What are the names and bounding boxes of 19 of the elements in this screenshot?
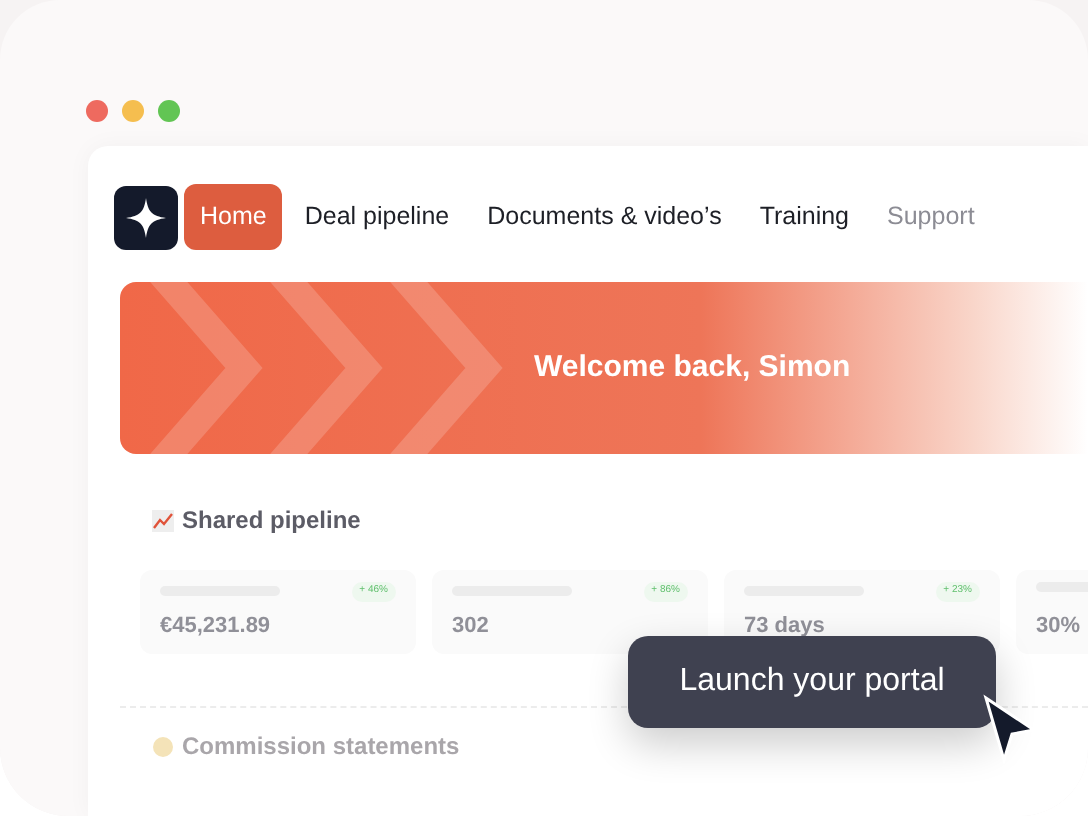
section-title: Shared pipeline xyxy=(182,504,361,538)
nav-tab[interactable]: Training xyxy=(743,184,866,250)
window-control[interactable] xyxy=(158,100,180,122)
stat-value: 73 days xyxy=(744,611,827,641)
nav-tab[interactable]: Home xyxy=(184,184,283,250)
stat-value: €45,231.89 xyxy=(160,611,273,641)
window-control[interactable] xyxy=(122,100,144,122)
tooltip: Launch your portal xyxy=(628,636,996,728)
stat-value: 302 xyxy=(452,611,491,641)
app-logo[interactable] xyxy=(114,185,178,249)
nav-tab[interactable]: Deal pipeline xyxy=(288,184,466,250)
welcome-title: Welcome back, Simon xyxy=(534,347,851,388)
coin-icon xyxy=(152,735,174,757)
section-title: Commission statements xyxy=(182,730,460,764)
chart-icon xyxy=(152,509,174,531)
stat-value: 30% xyxy=(1036,611,1083,641)
sparkle-icon xyxy=(126,197,166,237)
window-control[interactable] xyxy=(86,100,108,122)
nav-tab[interactable]: Documents & video’s xyxy=(471,184,738,250)
